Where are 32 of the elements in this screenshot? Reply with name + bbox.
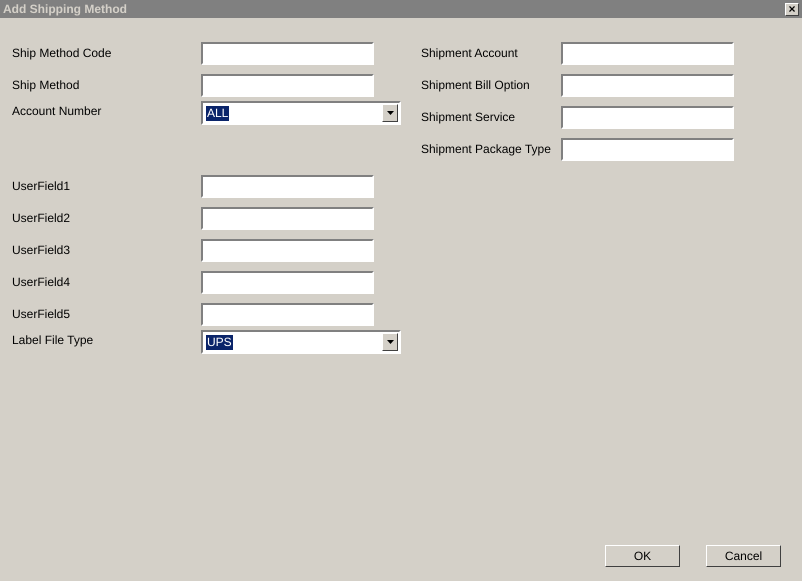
dropdown[interactable]: ALL [201, 101, 401, 125]
field-label: Shipment Bill Option [421, 77, 531, 94]
input-field[interactable] [201, 270, 374, 294]
field-label: Label File Type [12, 332, 94, 349]
field-label: UserField1 [12, 178, 72, 195]
selected-value: ALL [206, 106, 230, 120]
input-field[interactable] [201, 206, 374, 230]
input-field[interactable] [561, 74, 734, 96]
field-label: UserField3 [12, 242, 72, 259]
field-label: Ship Method Code [12, 45, 112, 62]
field-label: UserField2 [12, 210, 72, 227]
field-label: Account Number [12, 103, 102, 120]
field-label: Shipment Account [421, 45, 519, 62]
field-label: UserField4 [12, 274, 72, 291]
cancel-button[interactable]: Cancel [706, 545, 781, 567]
input-field[interactable] [201, 238, 374, 262]
field-label: Shipment Service [421, 109, 516, 126]
input-field[interactable] [561, 106, 734, 128]
input-field[interactable] [201, 42, 374, 64]
close-button[interactable]: × [785, 2, 799, 16]
dropdown[interactable]: UPS [201, 330, 401, 354]
input-field[interactable] [201, 174, 374, 198]
window-title: Add Shipping Method [3, 1, 127, 18]
field-label: Shipment Package Type [421, 141, 552, 158]
field-label: Ship Method [12, 77, 80, 94]
field-label: UserField5 [12, 306, 72, 323]
ok-button[interactable]: OK [605, 545, 680, 567]
input-field[interactable] [201, 302, 374, 326]
input-field[interactable] [561, 42, 734, 64]
input-field[interactable] [561, 138, 734, 160]
input-field[interactable] [201, 74, 374, 96]
selected-value: UPS [206, 334, 233, 350]
